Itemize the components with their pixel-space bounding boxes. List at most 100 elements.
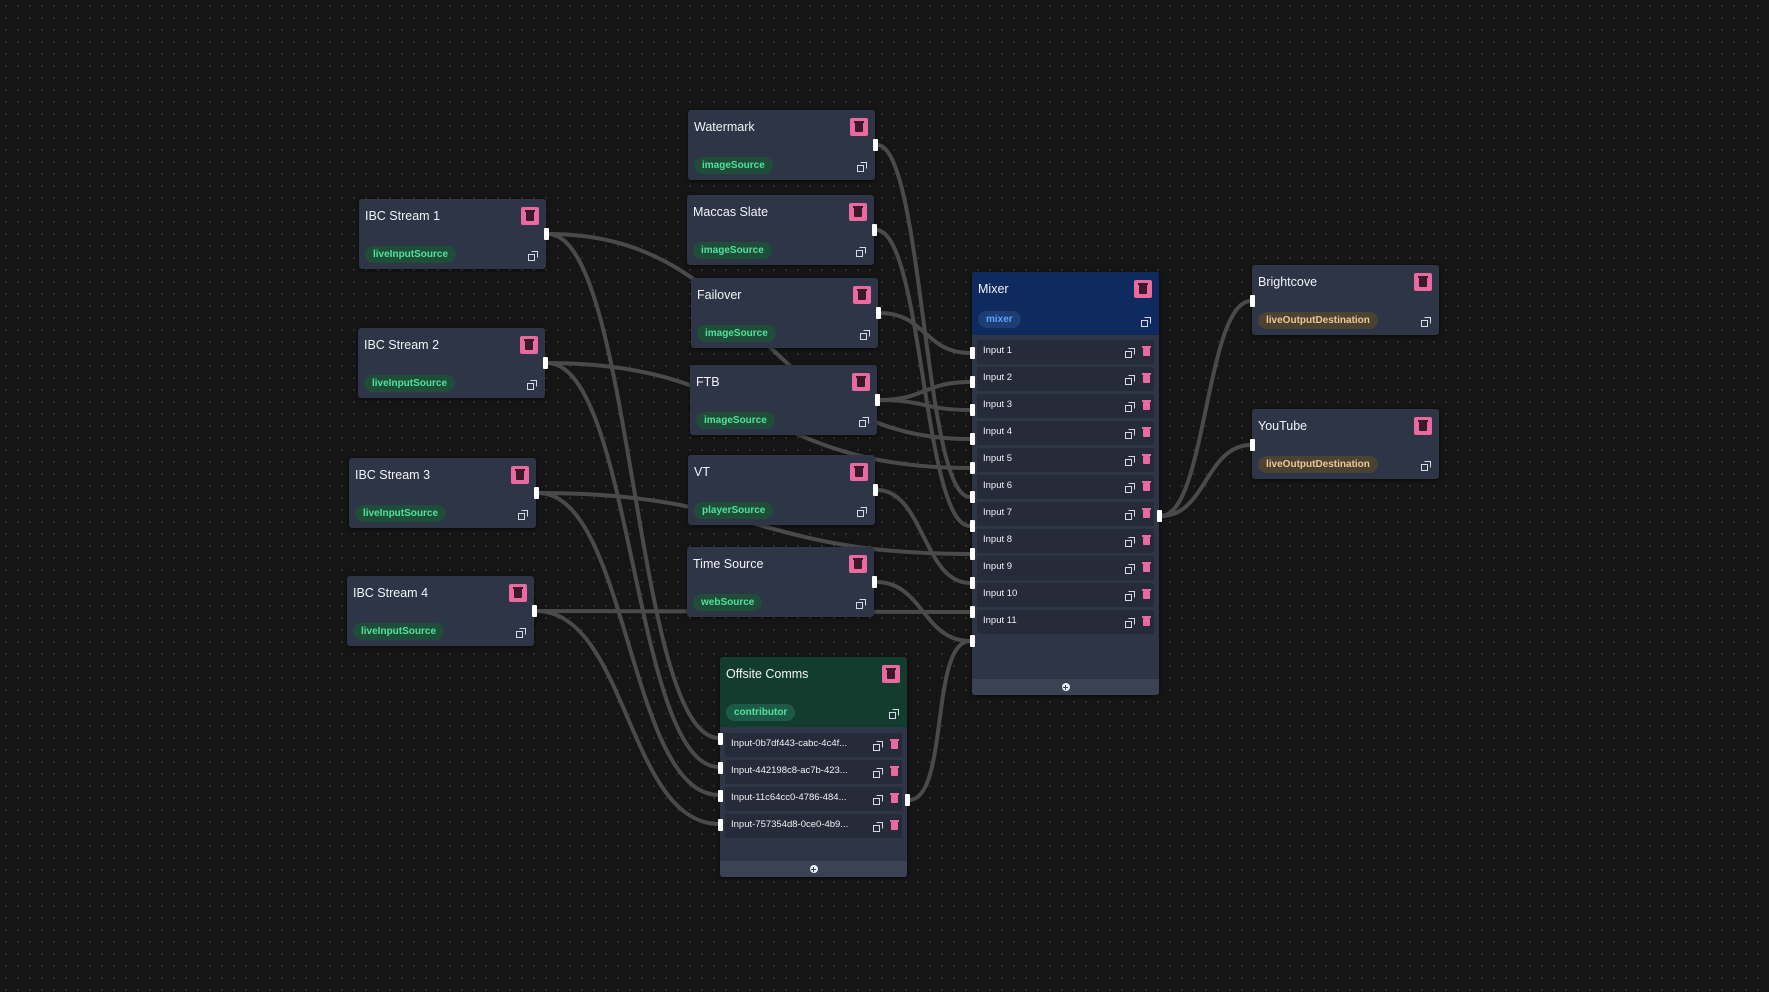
trash-icon[interactable] <box>1142 454 1151 464</box>
trash-icon[interactable] <box>890 820 899 830</box>
input-handle[interactable] <box>970 606 975 618</box>
input-handle[interactable] <box>1250 439 1255 451</box>
connection-edge[interactable] <box>535 609 720 826</box>
connection-edge[interactable] <box>875 228 971 528</box>
delete-node-button[interactable] <box>520 336 538 354</box>
copy-icon[interactable] <box>518 510 528 520</box>
mixer-input[interactable]: Input 1 <box>977 340 1154 364</box>
output-handle[interactable] <box>544 228 549 240</box>
input-handle[interactable] <box>970 548 975 560</box>
copy-icon[interactable] <box>889 709 899 719</box>
connection-edge[interactable] <box>875 580 971 643</box>
delete-node-button[interactable] <box>853 286 871 304</box>
delete-node-button[interactable] <box>849 203 867 221</box>
trash-icon[interactable] <box>890 793 899 803</box>
contributor-input[interactable]: Input-757354d8-0ce0-4b9... <box>725 814 902 838</box>
copy-icon[interactable] <box>856 599 866 609</box>
delete-node-button[interactable] <box>521 207 539 225</box>
contributor-input[interactable]: Input-0b7df443-cabc-4c4f... <box>725 733 902 757</box>
output-handle[interactable] <box>872 224 877 236</box>
copy-icon[interactable] <box>1125 402 1135 412</box>
delete-node-button[interactable] <box>882 665 900 683</box>
connection-edge[interactable] <box>878 380 971 402</box>
input-handle[interactable] <box>970 433 975 445</box>
trash-icon[interactable] <box>1142 508 1151 518</box>
trash-icon[interactable] <box>1142 427 1151 437</box>
mixer-input[interactable]: Input 4 <box>977 421 1154 445</box>
contributor-input[interactable]: Input-11c64cc0-4786-484... <box>725 787 902 811</box>
input-handle[interactable] <box>970 404 975 416</box>
connection-edge[interactable] <box>879 311 971 355</box>
input-handle[interactable] <box>718 762 723 774</box>
trash-icon[interactable] <box>1142 616 1151 626</box>
copy-icon[interactable] <box>873 822 883 832</box>
output-handle[interactable] <box>532 605 537 617</box>
delete-node-button[interactable] <box>511 466 529 484</box>
output-handle[interactable] <box>905 794 910 806</box>
delete-node-button[interactable] <box>849 555 867 573</box>
mixer-input[interactable]: Input 11 <box>977 610 1154 634</box>
mixer-input[interactable]: Input 5 <box>977 448 1154 472</box>
add-input-button[interactable] <box>720 861 907 877</box>
delete-node-button[interactable] <box>1414 273 1432 291</box>
mixer-input[interactable]: Input 10 <box>977 583 1154 607</box>
input-handle[interactable] <box>970 635 975 647</box>
copy-icon[interactable] <box>1421 461 1431 471</box>
node-mixer[interactable]: Mixer mixer Input 1 Input 2 Input 3 Inpu… <box>970 272 1162 695</box>
trash-icon[interactable] <box>1142 373 1151 383</box>
input-handle[interactable] <box>970 577 975 589</box>
output-handle[interactable] <box>873 139 878 151</box>
output-handle[interactable] <box>872 576 877 588</box>
input-handle[interactable] <box>718 819 723 831</box>
input-handle[interactable] <box>970 376 975 388</box>
node-ibc-stream-3[interactable]: IBC Stream 3 liveInputSource <box>349 458 539 528</box>
copy-icon[interactable] <box>1125 348 1135 358</box>
node-youtube[interactable]: YouTube liveOutputDestination <box>1250 409 1439 479</box>
connection-edge[interactable] <box>1160 443 1252 518</box>
delete-node-button[interactable] <box>850 118 868 136</box>
connection-edge[interactable] <box>908 639 971 802</box>
copy-icon[interactable] <box>1125 618 1135 628</box>
output-handle[interactable] <box>873 484 878 496</box>
node-time-source[interactable]: Time Source webSource <box>687 547 877 617</box>
delete-node-button[interactable] <box>509 584 527 602</box>
mixer-input[interactable]: Input 2 <box>977 367 1154 391</box>
mixer-input[interactable]: Input 7 <box>977 502 1154 526</box>
input-handle[interactable] <box>970 520 975 532</box>
copy-icon[interactable] <box>516 628 526 638</box>
output-handle[interactable] <box>875 394 880 406</box>
node-ibc-stream-1[interactable]: IBC Stream 1 liveInputSource <box>359 199 549 269</box>
copy-icon[interactable] <box>1125 429 1135 439</box>
trash-icon[interactable] <box>1142 481 1151 491</box>
trash-icon[interactable] <box>890 739 899 749</box>
trash-icon[interactable] <box>1142 562 1151 572</box>
mixer-input[interactable]: Input 9 <box>977 556 1154 580</box>
trash-icon[interactable] <box>1142 589 1151 599</box>
connection-edge[interactable] <box>876 143 971 499</box>
mixer-input[interactable]: Input 6 <box>977 475 1154 499</box>
node-ibc-stream-2[interactable]: IBC Stream 2 liveInputSource <box>358 328 548 398</box>
copy-icon[interactable] <box>873 768 883 778</box>
copy-icon[interactable] <box>1125 591 1135 601</box>
copy-icon[interactable] <box>528 251 538 261</box>
node-offsite-comms[interactable]: Offsite Comms contributor Input-0b7df443… <box>718 657 910 877</box>
trash-icon[interactable] <box>890 766 899 776</box>
trash-icon[interactable] <box>1142 346 1151 356</box>
contributor-input[interactable]: Input-442198c8-ac7b-423... <box>725 760 902 784</box>
trash-icon[interactable] <box>1142 400 1151 410</box>
connection-edge[interactable] <box>878 398 971 412</box>
node-failover[interactable]: Failover imageSource <box>691 278 881 348</box>
delete-node-button[interactable] <box>850 463 868 481</box>
copy-icon[interactable] <box>873 741 883 751</box>
copy-icon[interactable] <box>857 162 867 172</box>
copy-icon[interactable] <box>857 507 867 517</box>
node-ftb[interactable]: FTB imageSource <box>690 365 880 435</box>
copy-icon[interactable] <box>527 380 537 390</box>
copy-icon[interactable] <box>859 417 869 427</box>
node-vt[interactable]: VT playerSource <box>688 455 878 525</box>
copy-icon[interactable] <box>1125 483 1135 493</box>
output-handle[interactable] <box>1157 510 1162 522</box>
copy-icon[interactable] <box>1421 317 1431 327</box>
input-handle[interactable] <box>1250 295 1255 307</box>
delete-node-button[interactable] <box>1414 417 1432 435</box>
